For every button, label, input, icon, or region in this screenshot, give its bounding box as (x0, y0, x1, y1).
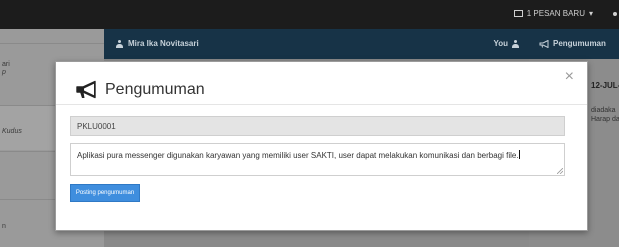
text-cursor (518, 150, 520, 159)
announcement-message-text: Aplikasi pura messenger digunakan karyaw… (77, 151, 519, 160)
user-icon (116, 39, 123, 48)
envelope-icon (513, 10, 523, 17)
new-messages-label: 1 PESAN BARU (526, 9, 585, 18)
conversation-item-label: ari (2, 61, 10, 68)
announcement-text-line: diadaka (591, 107, 616, 114)
modal-title-text: Pengumuman (105, 81, 205, 98)
chat-header: Mira Ika Novitasari You (104, 29, 529, 59)
contact-name: Mira Ika Novitasari (128, 39, 199, 48)
close-icon[interactable]: × (565, 68, 574, 86)
new-messages-link[interactable]: 1 PESAN BARU ▾ (513, 9, 593, 18)
announcement-date: 12-JUL- (591, 81, 619, 90)
conversation-item-sub: p (2, 69, 6, 76)
resize-handle-icon[interactable] (557, 168, 563, 174)
announcement-header[interactable]: Pengumuman (529, 29, 619, 59)
modal-divider (56, 104, 587, 105)
announcement-code-field[interactable]: PKLU0001 (70, 116, 565, 136)
announcement-header-label: Pengumuman (553, 39, 606, 48)
megaphone-icon (539, 39, 549, 48)
announcement-text-line: Harap da (591, 116, 619, 123)
announcement-text: diadaka Harap da (591, 106, 619, 124)
conversation-item-sub: Kudus (2, 128, 22, 135)
announcement-message-textarea[interactable]: Aplikasi pura messenger digunakan karyaw… (70, 143, 565, 176)
top-navigation-bar: 1 PESAN BARU ▾ (0, 0, 619, 29)
chat-contact: Mira Ika Novitasari (116, 39, 199, 48)
self-indicator: You (493, 39, 519, 48)
announcement-modal: Pengumuman × PKLU0001 Aplikasi pura mess… (55, 61, 588, 231)
chevron-down-icon: ▾ (588, 9, 593, 18)
user-icon (512, 39, 519, 48)
conversation-item-label: n (2, 223, 6, 230)
megaphone-icon (76, 80, 96, 99)
user-menu-icon[interactable] (613, 12, 617, 16)
you-label: You (493, 39, 508, 48)
post-announcement-button[interactable]: Posting pengumuman (70, 184, 140, 202)
modal-title: Pengumuman (75, 80, 205, 100)
